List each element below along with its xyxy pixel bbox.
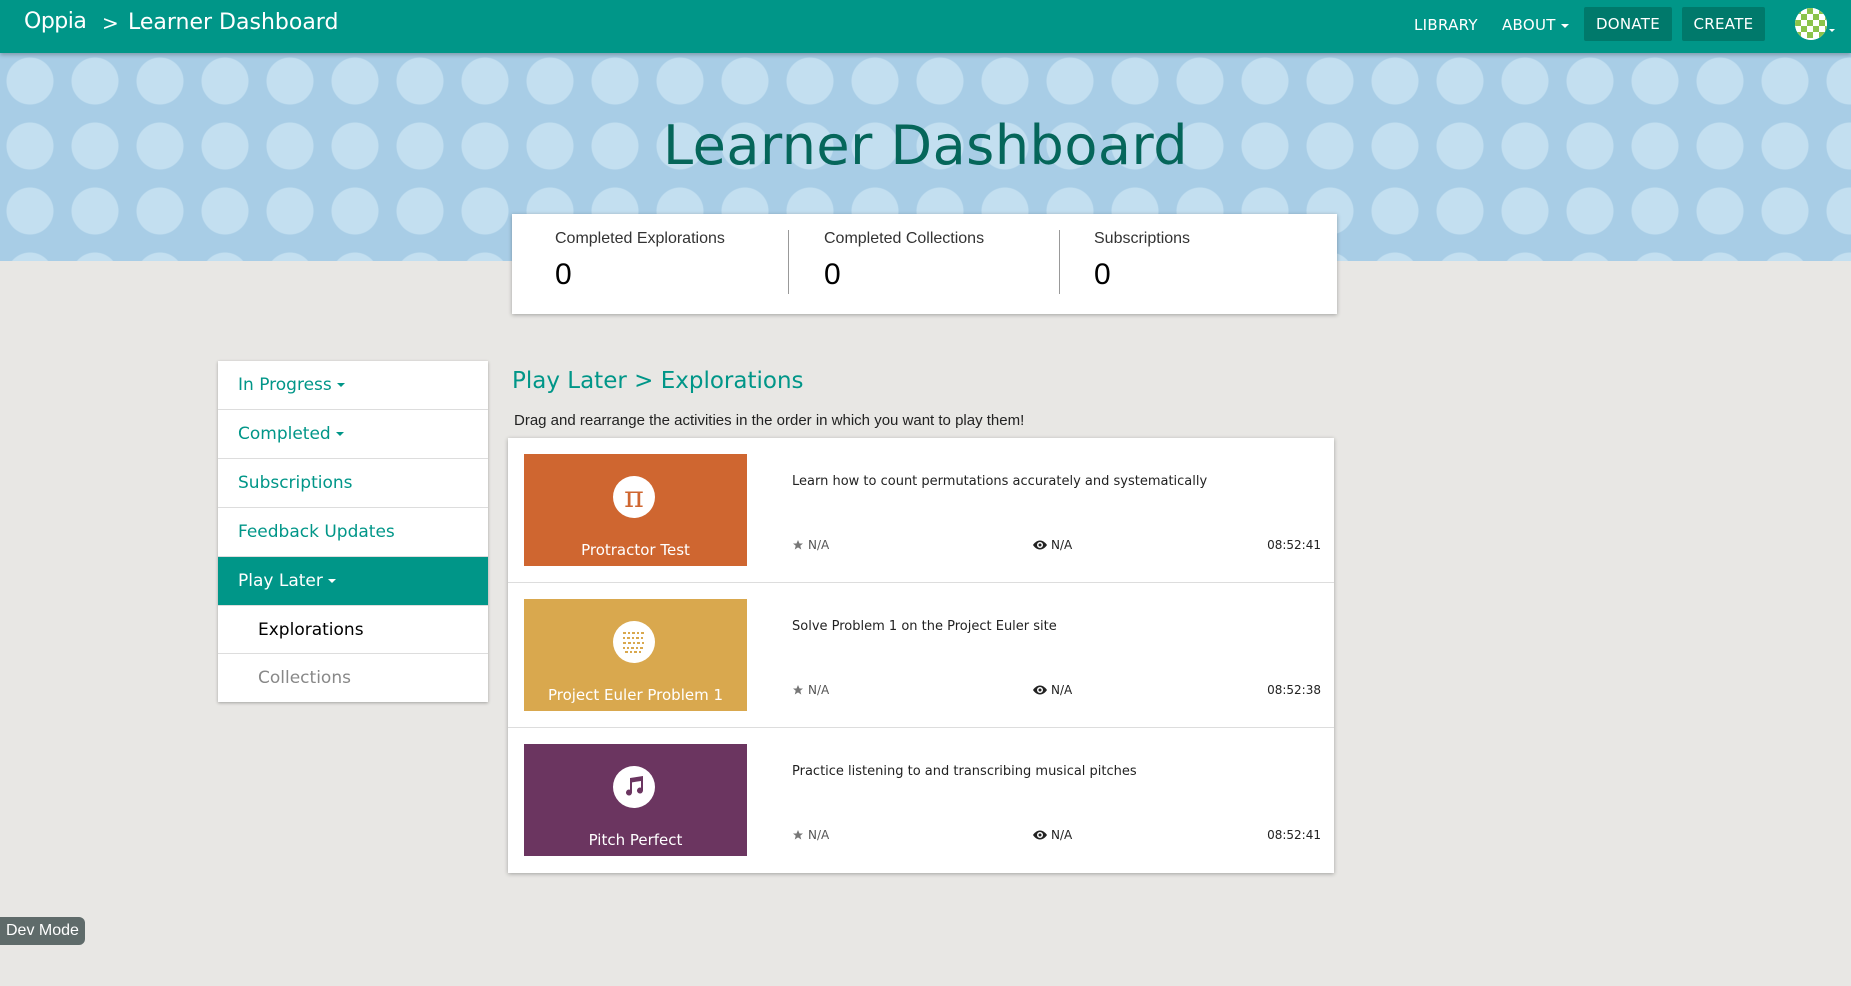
chevron-down-icon [335,432,344,436]
exploration-timestamp: 08:52:41 [1267,538,1321,552]
stats-card: Completed Explorations 0 Completed Colle… [512,214,1337,314]
sidebar-item-feedback-updates[interactable]: Feedback Updates [218,508,488,557]
sidebar-item-label: Subscriptions [238,473,353,493]
sidebar-item-completed[interactable]: Completed [218,410,488,459]
sidebar-item-label: In Progress [238,375,332,395]
section-title: Play Later > Explorations [512,368,804,394]
exploration-views: N/A [1033,683,1072,697]
star-icon [793,685,803,695]
donate-label: DONATE [1595,15,1661,33]
star-icon [793,830,803,840]
sidebar-subitem-label: Explorations [258,619,364,640]
eye-icon [1033,540,1047,550]
sidebar-subitem-label: Collections [258,668,351,688]
rating-value: N/A [808,683,830,697]
navbar-page-title: Learner Dashboard [128,10,339,35]
play-later-list: π Protractor Test Learn how to count per… [508,438,1334,873]
exploration-rating: N/A [792,538,829,552]
exploration-title: Protractor Test [581,541,690,559]
exploration-title: Pitch Perfect [588,831,683,849]
views-value: N/A [1051,683,1073,697]
exploration-description: Solve Problem 1 on the Project Euler sit… [792,619,1057,634]
sidebar-item-label: Play Later [238,571,323,591]
views-value: N/A [1051,828,1073,842]
exploration-thumbnail[interactable]: Project Euler Problem 1 [524,599,747,711]
eye-icon [1033,685,1047,695]
stat-value: 0 [1094,258,1111,291]
stat-label: Subscriptions [1094,230,1191,247]
exploration-views: N/A [1033,538,1072,552]
exploration-rating: N/A [792,828,829,842]
sidebar-item-label: Completed [238,424,331,444]
music-note-icon [613,766,655,808]
avatar-pattern-icon [1795,8,1827,40]
exploration-row[interactable]: Pitch Perfect Practice listening to and … [508,728,1334,873]
sidebar-subitem-collections[interactable]: Collections [218,654,488,702]
sidebar-item-in-progress[interactable]: In Progress [218,361,488,410]
nav-about-label: ABOUT [1502,16,1556,34]
exploration-description: Practice listening to and transcribing m… [792,764,1137,779]
oppia-logo[interactable]: Oppia [24,9,87,34]
exploration-timestamp: 08:52:41 [1267,828,1321,842]
exploration-timestamp: 08:52:38 [1267,683,1321,697]
section-description: Drag and rearrange the activities in the… [514,412,1025,429]
stat-value: 0 [555,258,572,291]
exploration-rating: N/A [792,683,829,697]
exploration-views: N/A [1033,828,1072,842]
user-avatar[interactable] [1795,8,1827,40]
create-button[interactable]: CREATE [1682,7,1765,41]
chevron-down-icon [327,579,336,583]
sidebar-item-subscriptions[interactable]: Subscriptions [218,459,488,508]
stat-label: Completed Explorations [555,230,725,247]
exploration-row[interactable]: π Protractor Test Learn how to count per… [508,438,1334,583]
stat-value: 0 [824,258,841,291]
pi-icon: π [613,476,655,518]
stat-label: Completed Collections [824,230,985,247]
exploration-thumbnail[interactable]: Pitch Perfect [524,744,747,856]
breadcrumb-separator: > [102,11,119,35]
sidebar-nav: In Progress Completed Subscriptions Feed… [218,361,488,702]
avatar-chevron-down-icon[interactable] [1829,29,1835,32]
eye-icon [1033,830,1047,840]
top-navbar: Oppia > Learner Dashboard LIBRARY ABOUT … [0,0,1851,53]
binary-grid-icon [613,621,655,663]
sidebar-item-label: Feedback Updates [238,522,395,542]
exploration-title: Project Euler Problem 1 [547,686,724,704]
sidebar-item-play-later[interactable]: Play Later [218,557,488,606]
nav-library-link[interactable]: LIBRARY [1414,16,1478,34]
banner-title: Learner Dashboard [663,114,1188,177]
exploration-description: Learn how to count permutations accurate… [792,474,1208,489]
stat-divider [788,230,789,294]
rating-value: N/A [808,538,830,552]
sidebar-subitem-explorations[interactable]: Explorations [218,606,488,654]
donate-button[interactable]: DONATE [1584,7,1672,41]
nav-library-label: LIBRARY [1414,16,1478,34]
stat-divider [1059,230,1060,294]
exploration-thumbnail[interactable]: π Protractor Test [524,454,747,566]
star-icon [793,540,803,550]
nav-about-dropdown[interactable]: ABOUT [1502,16,1569,34]
create-label: CREATE [1693,15,1754,33]
exploration-row[interactable]: Project Euler Problem 1 Solve Problem 1 … [508,583,1334,728]
rating-value: N/A [808,828,830,842]
views-value: N/A [1051,538,1073,552]
chevron-down-icon [1560,23,1569,28]
dev-mode-badge: Dev Mode [0,917,85,945]
chevron-down-icon [336,383,345,387]
